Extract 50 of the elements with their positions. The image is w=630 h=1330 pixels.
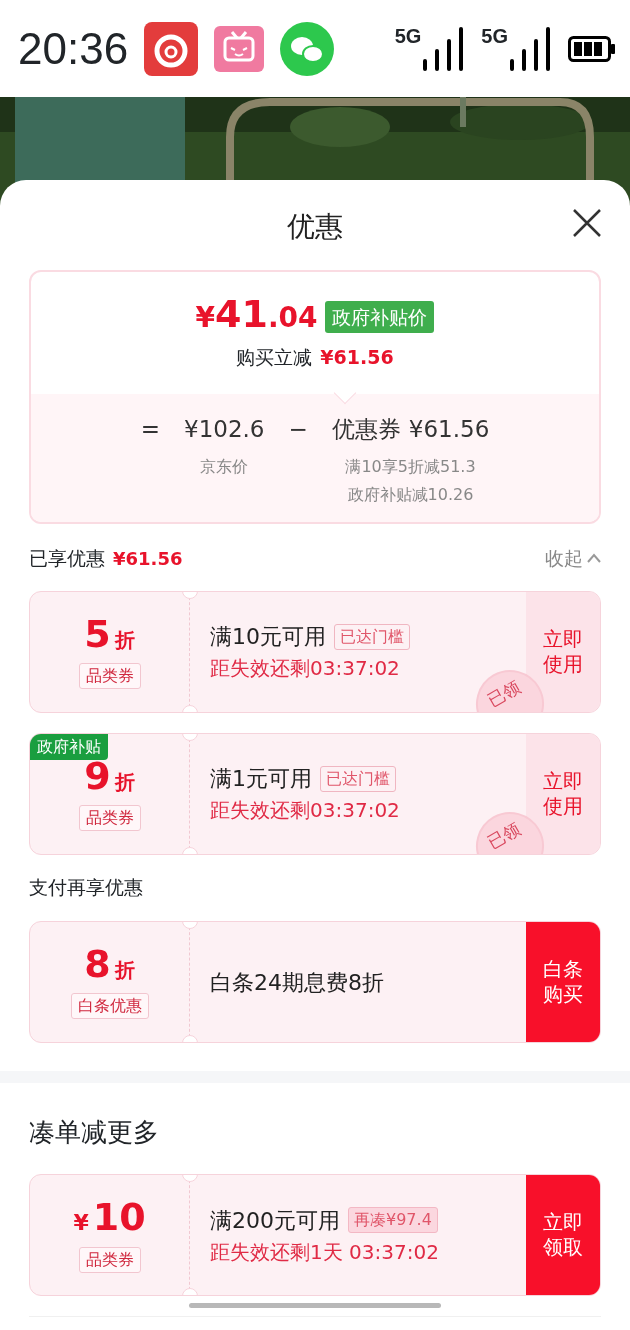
status-time: 20:36 (18, 22, 129, 75)
base-price: ¥102.6 (184, 415, 265, 444)
discount-detail: 满10享5折减51.3 (345, 455, 476, 478)
expiry-countdown: 距失效还剩03:37:02 (210, 655, 401, 682)
subsidy-badge: 政府补贴 (30, 733, 108, 760)
coupon-condition: 满1元可用 (210, 765, 312, 793)
coupon-value: 5 折 (84, 614, 135, 655)
discount-detail: 政府补贴减10.26 (347, 483, 474, 506)
coupon-label: 优惠券 (331, 415, 401, 444)
coupon-condition: 满10元可用 (210, 623, 326, 651)
threshold-tag: 已达门槛 (320, 765, 396, 792)
sheet-title: 优惠 (287, 210, 343, 243)
coupon-condition: 满200元可用 (210, 1206, 340, 1235)
section-title: 支付再享优惠 (29, 875, 143, 898)
reduce-label: 购买立减 (236, 344, 313, 370)
coupon-type: 白条优惠 (70, 993, 149, 1019)
coupon-value: 8 折 (84, 945, 135, 985)
coupon-action-button[interactable]: 立即使用 (526, 733, 600, 854)
enjoyed-amount: ¥61.56 (113, 546, 183, 571)
coupon-type: 品类券 (78, 1246, 141, 1273)
base-price-label: 京东价 (200, 455, 249, 478)
coupon-value: ¥10 (73, 1197, 146, 1239)
coupon-type: 品类券 (78, 662, 141, 689)
expiry-countdown: 距失效还剩1天 03:37:02 (210, 1238, 440, 1266)
close-icon[interactable] (572, 208, 602, 238)
network-label: 5G (394, 23, 422, 49)
chat-app-icon[interactable] (280, 21, 335, 76)
coupon-type: 品类券 (78, 804, 141, 831)
coupon-action-button[interactable]: 立即使用 (526, 591, 600, 712)
threshold-tag: 再凑¥97.4 (348, 1207, 438, 1233)
expiry-countdown: 距失效还剩03:37:02 (210, 797, 401, 824)
battery-icon (568, 35, 616, 62)
final-price: ¥41.04 (195, 294, 318, 338)
coupon-amount: ¥61.56 (408, 415, 490, 444)
music-app-icon[interactable] (144, 21, 199, 76)
coupon-action-button[interactable]: 白条购买 (526, 922, 600, 1042)
threshold-tag: 已达门槛 (334, 623, 410, 650)
reduce-amount: ¥61.56 (320, 344, 394, 370)
coupon-condition: 白条24期息费8折 (210, 968, 384, 997)
tv-app-icon[interactable] (214, 25, 265, 72)
signal-icon (508, 26, 552, 71)
equals-sign: = (140, 415, 160, 444)
subsidy-price-tag: 政府补贴价 (325, 300, 435, 333)
network-label: 5G (481, 23, 508, 49)
section-title: 凑单减更多 (29, 1117, 159, 1147)
collapse-toggle[interactable]: 收起 (545, 544, 601, 573)
section-title: 已享优惠 (29, 546, 105, 571)
signal-icon (421, 26, 466, 71)
coupon-action-button[interactable]: 立即领取 (526, 1175, 600, 1295)
minus-sign: − (288, 415, 308, 444)
